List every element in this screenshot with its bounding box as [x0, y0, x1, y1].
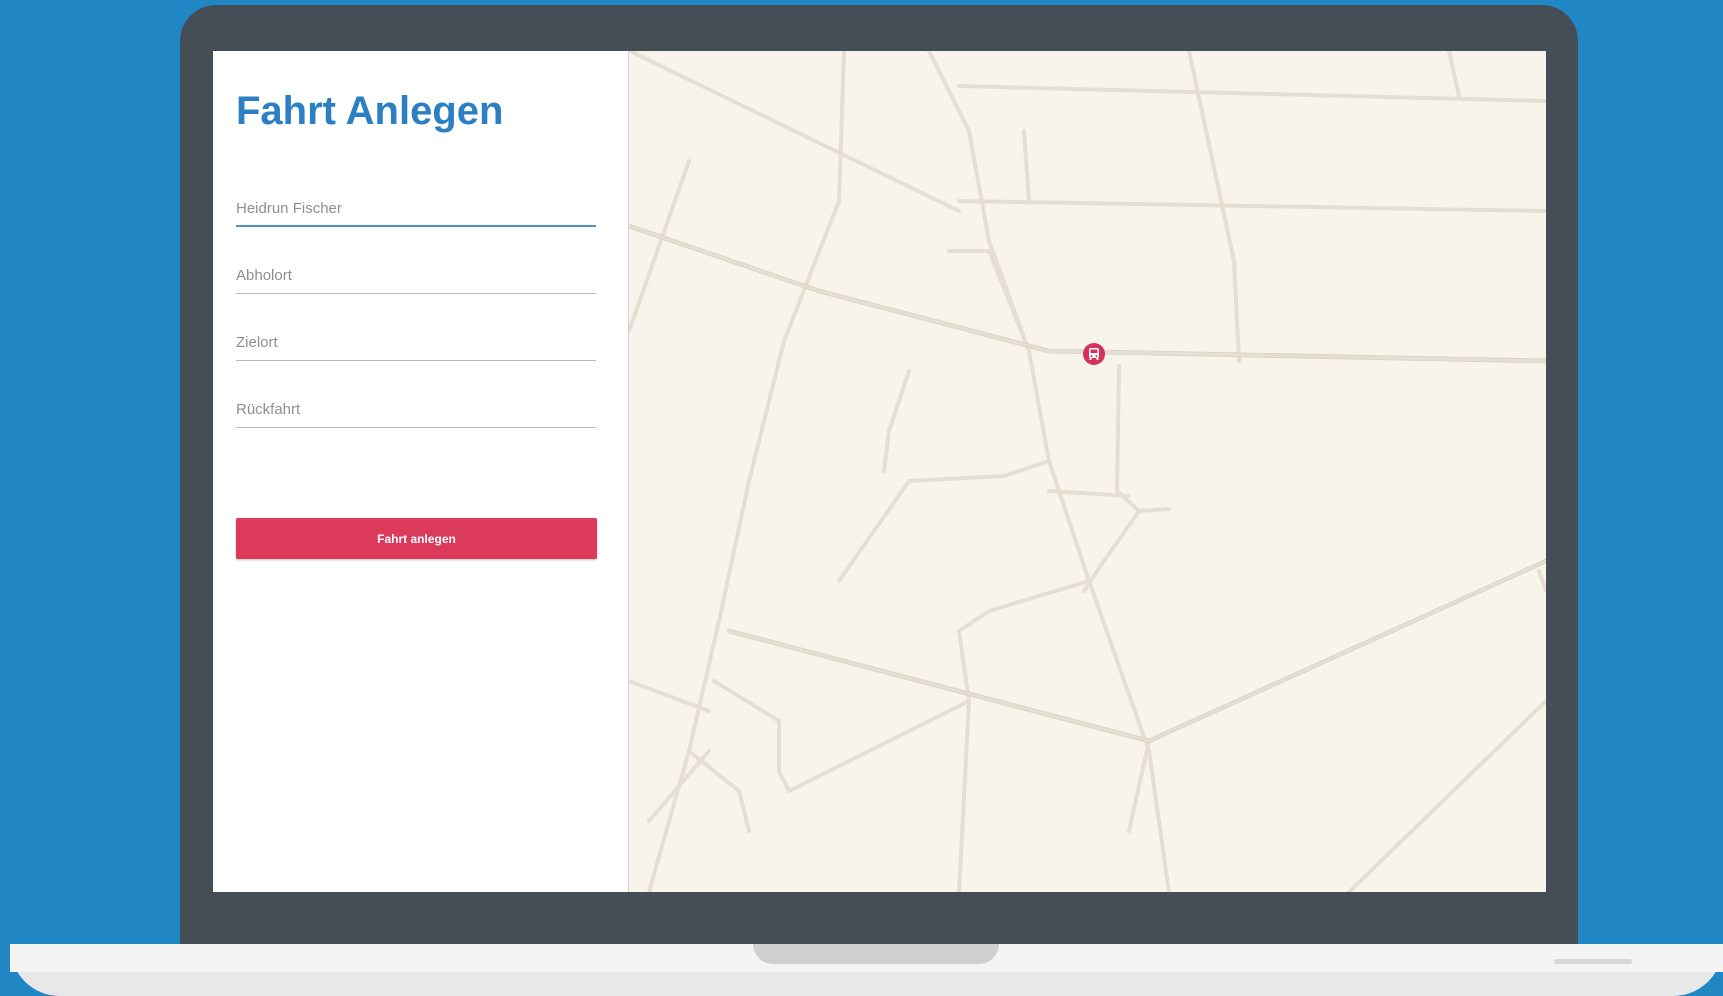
app-screen: Fahrt Anlegen Fahrt anlegen — [213, 51, 1546, 892]
destination-input[interactable] — [236, 331, 596, 361]
map-canvas — [629, 51, 1546, 892]
laptop-indicator — [1554, 959, 1632, 964]
pickup-location-input[interactable] — [236, 264, 596, 294]
map-view[interactable] — [629, 51, 1546, 892]
return-trip-input[interactable] — [236, 398, 596, 428]
page-title: Fahrt Anlegen — [236, 89, 504, 133]
map-marker[interactable] — [1083, 343, 1105, 365]
laptop-base-notch — [753, 944, 999, 964]
create-trip-button[interactable]: Fahrt anlegen — [236, 518, 597, 559]
passenger-name-input[interactable] — [236, 197, 596, 227]
map-road-borders — [629, 223, 1546, 744]
map-roads — [629, 51, 1546, 892]
trip-form-panel: Fahrt Anlegen Fahrt anlegen — [213, 51, 629, 892]
